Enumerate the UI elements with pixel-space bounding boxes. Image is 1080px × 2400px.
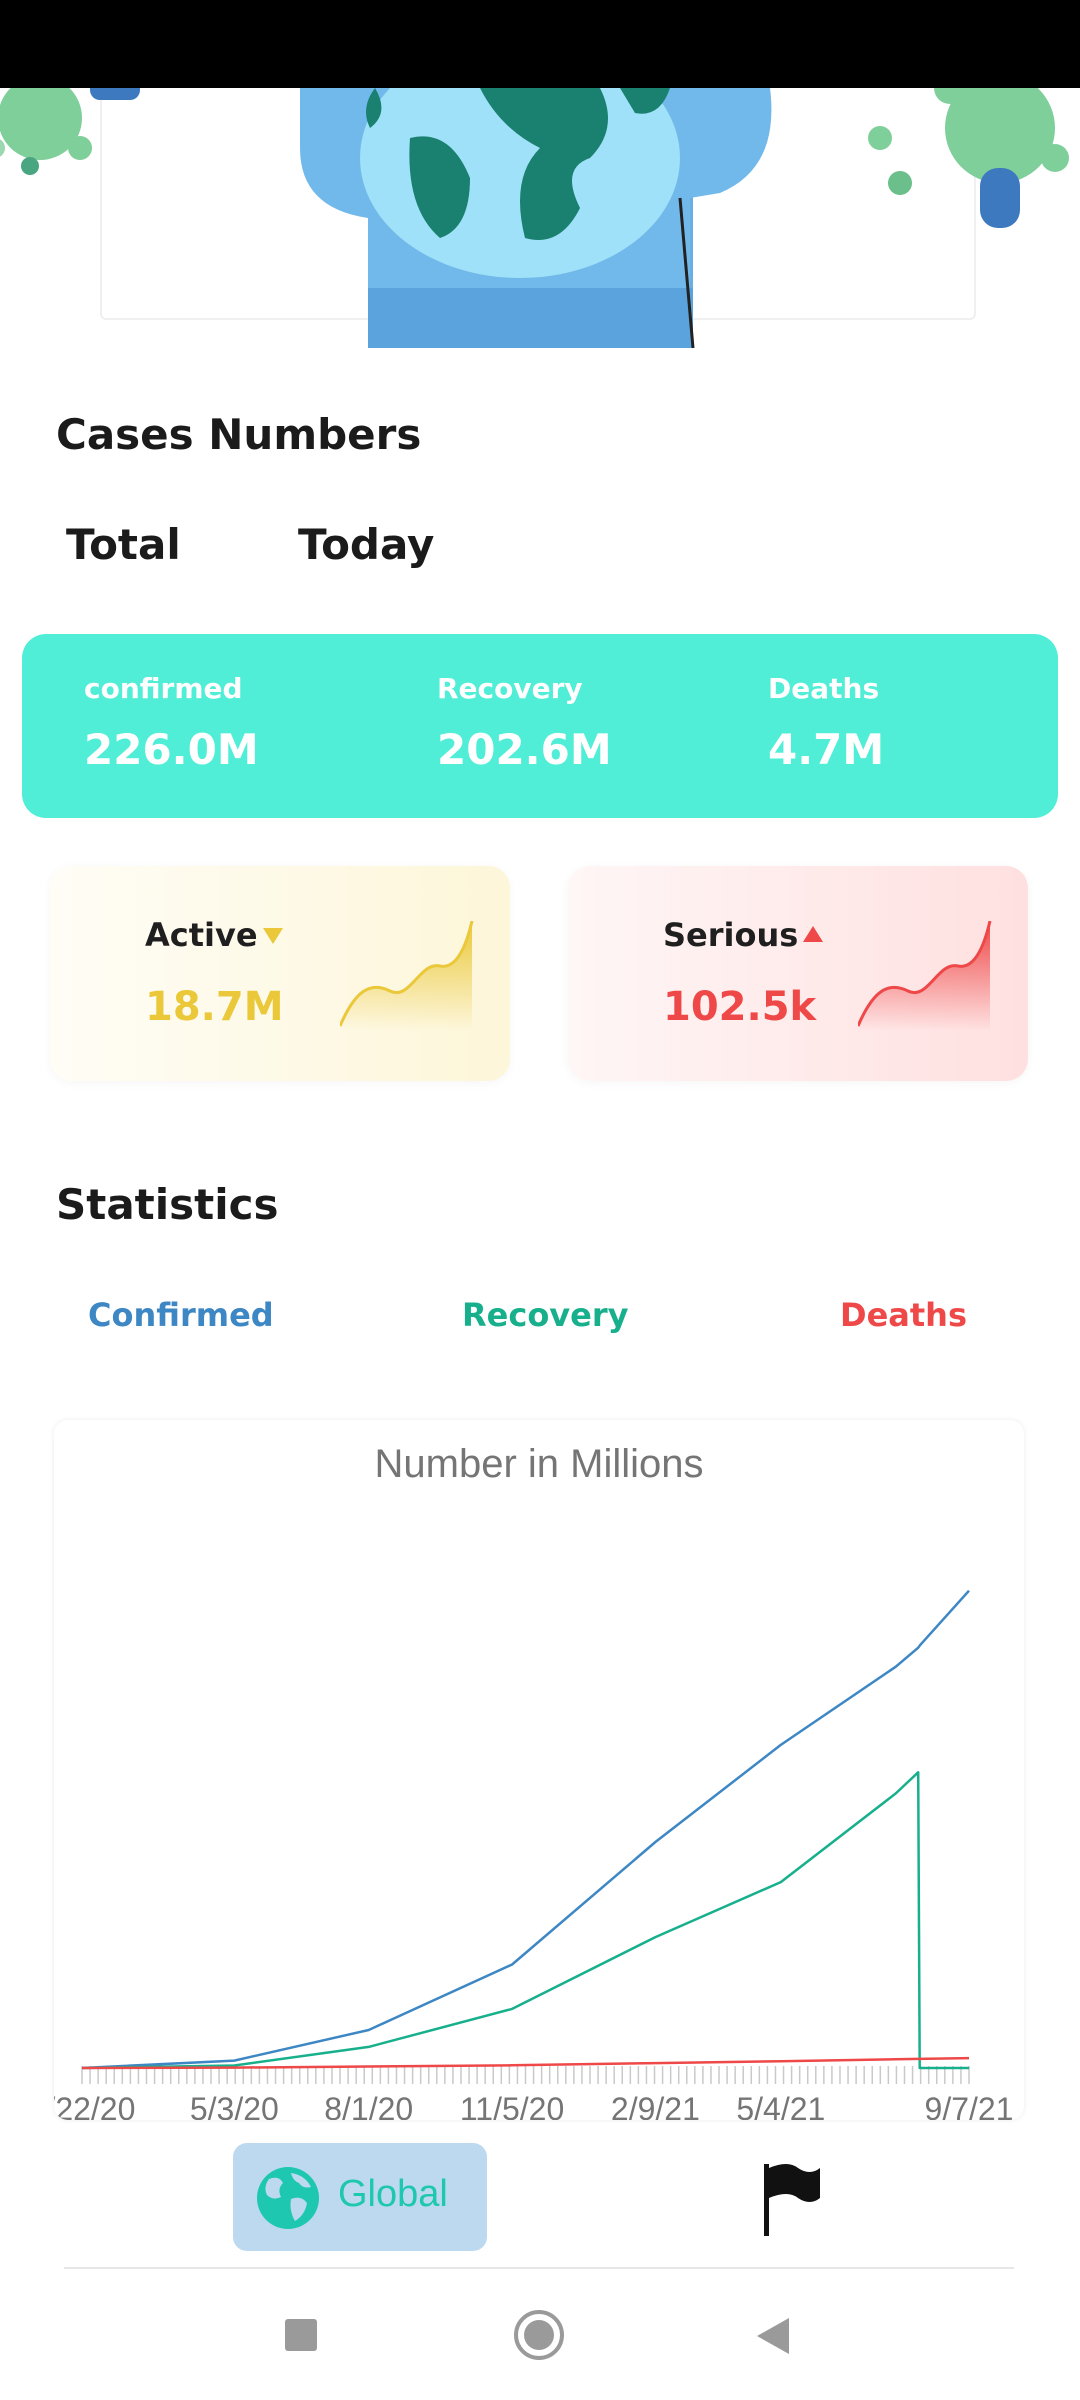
statistics-title: Statistics [56, 1180, 279, 1229]
back-icon[interactable] [755, 2316, 791, 2356]
nav-divider [64, 2267, 1014, 2269]
bottom-navigation [0, 2124, 1080, 2274]
home-icon[interactable] [512, 2308, 566, 2362]
confirmed-value: 226.0M [84, 725, 259, 774]
header-illustration [0, 88, 1080, 363]
active-card[interactable]: Active 18.7M [50, 866, 510, 1081]
global-tab-button[interactable]: Global [233, 2143, 487, 2251]
cases-numbers-title: Cases Numbers [56, 410, 422, 459]
summary-card: confirmed 226.0M Recovery 202.6M Deaths … [22, 634, 1058, 818]
recent-apps-icon[interactable] [283, 2317, 319, 2353]
x-tick-label: 1/22/20 [54, 2091, 135, 2120]
confirmed-label: confirmed [84, 672, 243, 705]
series-line-confirmed [81, 1589, 970, 2070]
serious-label: Serious [663, 916, 799, 954]
serious-value: 102.5k [663, 984, 817, 1030]
x-tick-label: 5/3/20 [190, 2091, 279, 2120]
tab-today[interactable]: Today [298, 520, 434, 569]
flag-icon [764, 2164, 820, 2236]
deaths-label: Deaths [768, 672, 880, 705]
tab-total[interactable]: Total [66, 520, 181, 569]
active-sparkline-icon [340, 921, 474, 1031]
x-tick-label: 5/4/21 [736, 2091, 825, 2120]
globe-icon [257, 2167, 319, 2229]
recovery-label: Recovery [437, 672, 583, 705]
statistics-chart: Number in Millions 1/22/205/3/208/1/2011… [54, 1420, 1024, 2120]
recovery-value: 202.6M [437, 725, 612, 774]
globe-illustration [0, 88, 1069, 349]
x-tick-label: 8/1/20 [324, 2091, 413, 2120]
serious-sparkline-icon [858, 921, 992, 1031]
trend-down-icon [263, 928, 283, 944]
x-tick-label: 9/7/21 [925, 2091, 1014, 2120]
global-tab-label: Global [338, 2173, 448, 2215]
confirmed-summary: confirmed 226.0M [84, 672, 259, 774]
virus-icon-left [0, 88, 140, 175]
active-label: Active [145, 916, 258, 954]
x-tick-label: 2/9/21 [611, 2091, 700, 2120]
line-chart: 1/22/20 5/3/20 8/1/20 11/5/20 2/9/21 5/4/21 9/… [54, 1589, 1014, 2120]
status-bar [0, 0, 1080, 88]
x-tick-label: 11/5/20 [460, 2091, 564, 2120]
active-value: 18.7M [145, 984, 284, 1030]
tab-deaths[interactable]: Deaths [840, 1296, 967, 1334]
recovery-summary: Recovery 202.6M [437, 672, 612, 774]
deaths-value: 4.7M [768, 725, 885, 774]
trend-up-icon [803, 926, 823, 942]
country-tab-button[interactable] [758, 2160, 828, 2238]
deaths-summary: Deaths 4.7M [768, 672, 884, 774]
tab-confirmed[interactable]: Confirmed [88, 1296, 274, 1334]
series-line-recovery [81, 1771, 969, 2070]
tab-recovery[interactable]: Recovery [462, 1296, 629, 1334]
virus-icon-right [868, 88, 1069, 228]
serious-card[interactable]: Serious 102.5k [568, 866, 1028, 1081]
